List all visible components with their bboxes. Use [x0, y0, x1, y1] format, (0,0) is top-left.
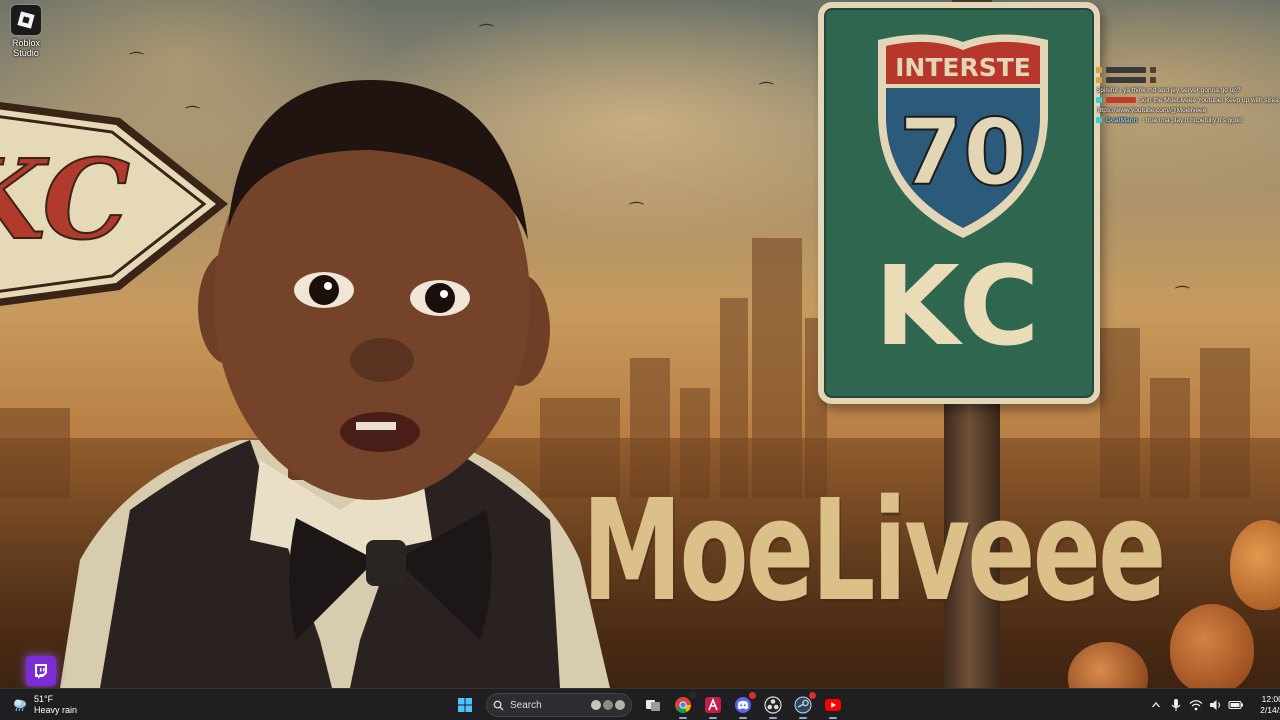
obs-icon	[764, 696, 782, 714]
weather-temperature: 51°F	[34, 694, 54, 704]
chat-message	[1096, 66, 1280, 76]
youtube-icon	[825, 699, 841, 711]
taskbar: 51°F Heavy rain Search 12:0 2/14/	[0, 688, 1280, 720]
chat-emote-icon	[1149, 77, 1156, 84]
search-highlight-icon	[603, 700, 613, 710]
chat-message: Join the MoeLiveee Youtube! Keep up with…	[1096, 96, 1280, 106]
search-highlight-icon	[591, 700, 601, 710]
notification-badge	[689, 692, 696, 699]
chat-message: https://www.youtube.com/@Moeliveee	[1096, 106, 1280, 116]
clock-date: 2/14/2026	[1260, 705, 1280, 715]
chat-text: Spiteful : ya think md and jey server go…	[1096, 87, 1241, 94]
microphone-icon	[1171, 699, 1181, 711]
weather-widget[interactable]: 51°F Heavy rain	[12, 692, 77, 718]
roblox-icon	[705, 697, 721, 713]
bird-silhouette: ⁔	[760, 66, 773, 85]
chat-text: : true ima play it hopefully it's good	[1142, 117, 1242, 124]
chat-message: Spiteful : ya think md and jey server go…	[1096, 86, 1280, 96]
hot-air-balloon	[1170, 604, 1254, 688]
bird-silhouette: ⁔	[480, 8, 493, 27]
search-placeholder: Search	[510, 699, 542, 711]
chat-redacted-name	[1105, 67, 1146, 74]
chat-message	[1096, 76, 1280, 86]
windows-start-icon	[458, 698, 472, 712]
taskbar-clock[interactable]: 12:00 PM 2/14/2026	[1252, 694, 1280, 716]
task-view-icon	[646, 700, 660, 711]
chat-redacted-name	[1105, 97, 1136, 104]
chat-badge-icon	[1096, 67, 1102, 74]
network-button[interactable]	[1187, 696, 1205, 714]
taskbar-apps: Search	[450, 692, 848, 719]
sign-city-text: KC	[874, 242, 1044, 370]
system-tray: 12:00 PM 2/14/2026	[1146, 692, 1280, 718]
chat-emote-icon	[1149, 67, 1156, 74]
shield-number-text: 70	[899, 99, 1027, 206]
volume-button[interactable]	[1207, 696, 1225, 714]
desktop-icon-roblox-studio[interactable]: Roblox Studio	[6, 4, 46, 58]
discord-icon	[735, 697, 751, 713]
chrome-icon	[675, 697, 691, 713]
chat-text: https://www.youtube.com/@Moeliveee	[1096, 107, 1207, 114]
search-icon	[493, 700, 504, 711]
shield-banner-text: INTERSTE	[895, 53, 1031, 82]
start-button[interactable]	[452, 692, 478, 718]
chrome-button[interactable]	[670, 692, 696, 719]
chat-badge-icon	[1096, 97, 1102, 104]
portrait-illustration	[60, 80, 610, 688]
discord-button[interactable]	[730, 692, 756, 719]
desktop-icon-label: Roblox Studio	[11, 38, 40, 58]
bird-silhouette: ⁔	[1176, 270, 1189, 289]
microphone-button[interactable]	[1167, 696, 1185, 714]
interstate-shield: INTERSTE 70	[878, 34, 1048, 238]
show-hidden-icons-button[interactable]	[1147, 696, 1165, 714]
steam-icon	[794, 696, 812, 714]
wifi-icon	[1189, 700, 1203, 711]
interstate-sign: INTERSTE 70 KC	[818, 2, 1100, 404]
desktop-wallpaper: ⁔ ⁔ ⁔ ⁔ ⁔ ⁔ KC	[0, 0, 1280, 688]
clock-time: 12:00 PM	[1261, 694, 1280, 704]
chat-text: Join the MoeLiveee Youtube! Keep up with…	[1139, 97, 1279, 104]
roblox-button[interactable]	[700, 692, 726, 719]
roblox-studio-icon	[10, 4, 42, 36]
search-highlight-icon	[615, 700, 625, 710]
volume-icon	[1210, 700, 1221, 710]
chevron-up-icon	[1152, 702, 1160, 708]
task-view-button[interactable]	[640, 692, 666, 718]
chat-username: GoatMann	[1105, 117, 1138, 124]
weather-condition: Heavy rain	[34, 705, 78, 715]
notification-badge	[809, 692, 816, 699]
channel-title-text: MoeLiveee	[582, 470, 1166, 633]
battery-button[interactable]	[1227, 696, 1245, 714]
youtube-button[interactable]	[820, 692, 846, 719]
chat-badge-icon	[1096, 117, 1102, 124]
notification-badge	[749, 692, 756, 699]
chat-badge-icon	[1096, 77, 1102, 84]
twitch-glyph-icon	[35, 664, 47, 679]
rain-cloud-icon	[14, 699, 26, 712]
stream-chat-overlay: Spiteful : ya think md and jey server go…	[1096, 66, 1280, 126]
battery-icon	[1228, 700, 1243, 710]
obs-button[interactable]	[760, 692, 786, 719]
chat-message: GoatMann : true ima play it hopefully it…	[1096, 116, 1280, 126]
taskbar-search-box[interactable]: Search	[486, 693, 632, 717]
bird-silhouette: ⁔	[630, 186, 643, 205]
chat-redacted-name	[1105, 77, 1146, 84]
twitch-icon[interactable]	[26, 656, 56, 686]
steam-button[interactable]	[790, 692, 816, 719]
